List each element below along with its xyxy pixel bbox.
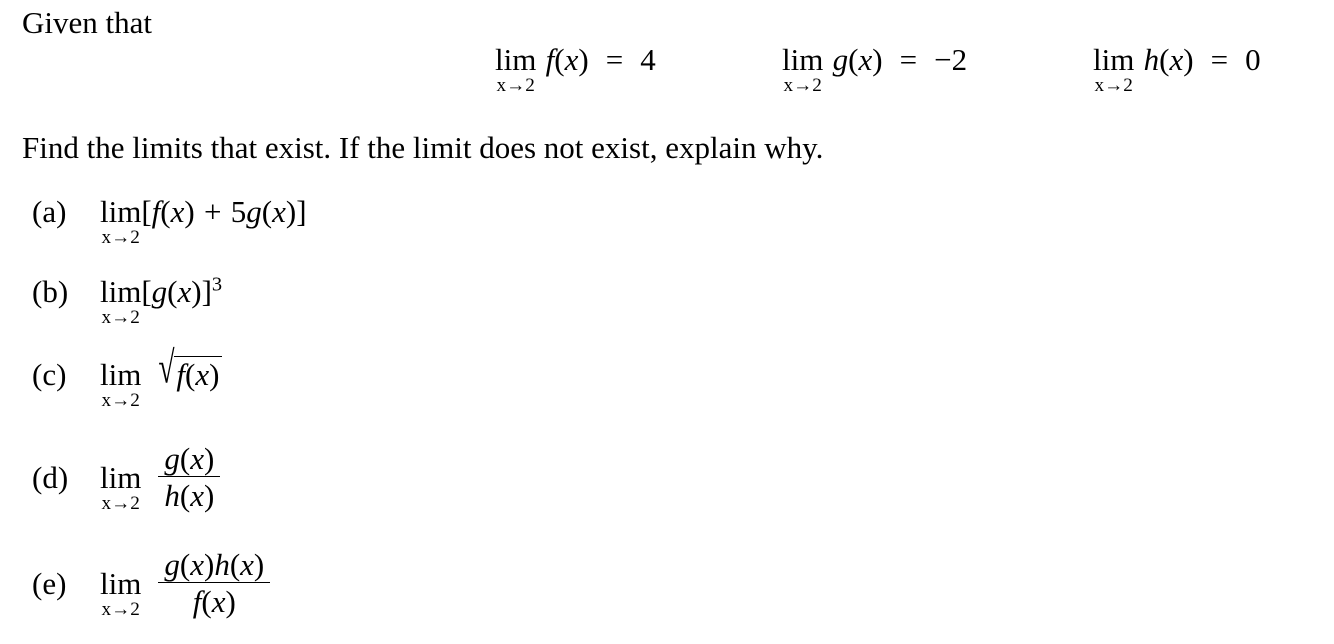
paren-open: ( [261, 194, 273, 229]
problem-part-c: (c) lim x→2 √f(x) [32, 345, 223, 411]
problem-part-d: (d) lim x→2 g(x) h(x) [32, 442, 221, 514]
function-name-g: g [164, 547, 180, 582]
part-label-b: (b) [32, 274, 69, 309]
paren-open: ( [229, 547, 241, 582]
bracket-close: ] [201, 274, 212, 309]
function-name-f: f [176, 357, 186, 392]
limit-operator: lim x→2 [1093, 42, 1135, 96]
variable-x: x [272, 194, 286, 229]
variable-x: x [858, 42, 873, 77]
coefficient-5: 5 [230, 194, 247, 229]
function-name-f: f [151, 194, 161, 229]
given-limit-f: lim x→2 f(x) = 4 [495, 42, 656, 96]
paren-open: ( [179, 547, 191, 582]
part-label-c: (c) [32, 357, 67, 392]
variable-x: x [170, 194, 185, 229]
equals-sign: = [605, 42, 624, 77]
variable-x: x [195, 357, 210, 392]
part-a-expression: lim x→2 [f(x) +5g(x)] [100, 194, 307, 248]
variable-x: x [1169, 42, 1184, 77]
paren-close: ) [1183, 42, 1194, 77]
limit-operator: lim x→2 [100, 274, 142, 328]
limit-value-f: 4 [640, 42, 656, 77]
problem-part-a: (a) lim x→2 [f(x) +5g(x)] [32, 194, 307, 248]
problem-part-e: (e) lim x→2 g(x)h(x) f(x) [32, 548, 271, 620]
paren-close: ) [191, 274, 202, 309]
function-name-g: g [832, 42, 849, 77]
exponent-3: 3 [211, 273, 223, 296]
paren-open: ( [167, 274, 178, 309]
paren-close: ) [184, 194, 195, 229]
intro-text: Given that [22, 5, 152, 40]
bracket-open: [ [141, 274, 152, 309]
variable-x: x [190, 441, 204, 476]
fraction-denominator: f(x) [158, 582, 271, 620]
instruction-text: Find the limits that exist. If the limit… [22, 130, 824, 165]
paren-close: ) [285, 194, 297, 229]
function-name-h: h [214, 547, 230, 582]
paren-close: ) [225, 584, 236, 620]
limit-operator: lim x→2 [782, 42, 824, 96]
paren-open: ( [201, 584, 212, 620]
function-name-f: f [545, 42, 555, 77]
variable-x: x [211, 584, 226, 620]
variable-x: x [190, 478, 204, 514]
function-name-g: g [246, 194, 262, 229]
paren-close: ) [209, 357, 220, 392]
fraction: g(x) h(x) [158, 442, 221, 514]
limit-value-g: −2 [934, 42, 968, 77]
part-label-e: (e) [32, 565, 67, 601]
paren-close: ) [872, 42, 883, 77]
limit-operator: lim x→2 [495, 42, 537, 96]
paren-open: ( [160, 194, 171, 229]
problem-part-b: (b) lim x→2 [g(x)]3 [32, 273, 223, 328]
fraction-denominator: h(x) [158, 476, 221, 514]
fraction-numerator: g(x) [158, 442, 220, 476]
variable-x: x [190, 547, 204, 582]
bracket-open: [ [141, 194, 152, 229]
given-limit-h: lim x→2 h(x) = 0 [1093, 42, 1261, 96]
paren-close: ) [578, 42, 589, 77]
square-root: √f(x) [158, 345, 223, 392]
fraction-numerator: g(x)h(x) [158, 548, 270, 582]
variable-x: x [564, 42, 579, 77]
paren-close: ) [253, 547, 265, 582]
paren-open: ( [848, 42, 859, 77]
variable-x: x [240, 547, 254, 582]
variable-x: x [177, 274, 192, 309]
paren-open: ( [554, 42, 565, 77]
limit-operator: lim x→2 [100, 357, 142, 411]
function-name-h: h [1143, 42, 1160, 77]
part-c-expression: lim x→2 √f(x) [100, 345, 223, 411]
limit-operator: lim x→2 [100, 194, 142, 248]
given-limit-g: lim x→2 g(x) = −2 [782, 42, 968, 96]
paren-open: ( [1159, 42, 1170, 77]
paren-close: ) [203, 478, 215, 514]
bracket-close: ] [296, 194, 307, 229]
part-label-d: (d) [32, 459, 69, 495]
part-e-expression: lim x→2 g(x)h(x) f(x) [100, 548, 271, 620]
function-name-g: g [151, 274, 168, 309]
paren-open: ( [179, 441, 191, 476]
function-name-h: h [164, 478, 180, 514]
paren-close: ) [203, 547, 215, 582]
part-b-expression: lim x→2 [g(x)]3 [100, 273, 223, 328]
paren-open: ( [185, 357, 196, 392]
part-label-a: (a) [32, 194, 67, 229]
paren-close: ) [203, 441, 215, 476]
equals-sign: = [1210, 42, 1229, 77]
problem-page: Given that lim x→2 f(x) = 4 lim x→2 g(x) = −… [0, 0, 1334, 644]
limit-operator: lim x→2 [100, 459, 142, 514]
plus-sign: + [204, 194, 222, 229]
fraction: g(x)h(x) f(x) [158, 548, 271, 620]
function-name-g: g [164, 441, 180, 476]
limit-value-h: 0 [1245, 42, 1261, 77]
paren-open: ( [179, 478, 191, 514]
equals-sign: = [899, 42, 918, 77]
radical-icon: √ [158, 342, 175, 393]
part-d-expression: lim x→2 g(x) h(x) [100, 442, 221, 514]
limit-operator: lim x→2 [100, 565, 142, 620]
radicand: f(x) [174, 356, 223, 392]
